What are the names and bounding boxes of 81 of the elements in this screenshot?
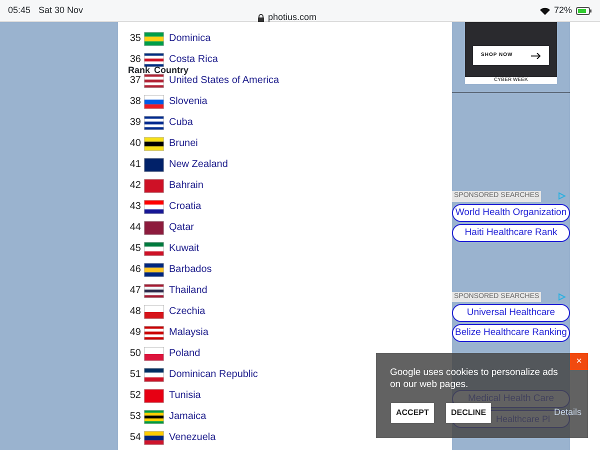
rank-cell-text: 35 (128, 32, 142, 46)
flag-icon (144, 116, 164, 130)
rank-cell-text: 54 (128, 431, 142, 445)
wifi-icon (540, 6, 550, 15)
rank-cell-text: 41 (128, 158, 142, 172)
country-link[interactable]: Cuba (169, 115, 193, 130)
flag-icon (144, 262, 164, 276)
rank-cell-text: 43 (128, 200, 142, 214)
rank-cell-text: 38 (128, 95, 142, 109)
url-text: photius.com (268, 11, 317, 24)
decline-button[interactable]: DECLINE (446, 403, 492, 423)
country-link[interactable]: Thailand (169, 283, 208, 298)
rank-cell-text: 47 (128, 284, 142, 298)
status-date: Sat 30 Nov (38, 4, 84, 17)
rank-cell-text: 46 (128, 263, 142, 277)
close-button[interactable]: × (570, 353, 588, 370)
flag-icon (144, 220, 164, 234)
flag-icon (144, 326, 164, 340)
flag-icon (144, 74, 164, 88)
flag-icon (144, 52, 164, 66)
country-link[interactable]: Bahrain (169, 178, 204, 193)
country-link[interactable]: Dominica (169, 31, 211, 46)
lock-icon (258, 14, 264, 22)
country-link[interactable]: Qatar (169, 220, 194, 235)
column-header: Country (154, 65, 189, 75)
rank-cell-text: 51 (128, 368, 142, 382)
country-link[interactable]: Czechia (169, 304, 206, 319)
cookie-message: Google uses cookies to personalize ads on our web pages. (390, 367, 559, 391)
country-link[interactable]: Kuwait (169, 241, 200, 256)
rank-cell-text: 52 (128, 389, 142, 403)
country-link[interactable]: Poland (169, 346, 200, 361)
ad-choices-icon[interactable] (558, 192, 566, 200)
rank-cell-text: 39 (128, 116, 142, 130)
search-link[interactable]: Haiti Healthcare Rank (452, 224, 570, 242)
rank-cell-text: 48 (128, 305, 142, 319)
address-bar[interactable]: photius.com (258, 11, 317, 24)
flag-icon (144, 158, 164, 172)
flag-icon (144, 284, 164, 298)
rank-cell-text: 49 (128, 326, 142, 340)
country-link[interactable]: New Zealand (169, 157, 228, 172)
flag-icon (144, 32, 164, 46)
flag-icon (144, 94, 164, 108)
battery-icon (576, 6, 592, 15)
arrow-icon (531, 52, 541, 58)
rank-cell-text: 37 (128, 74, 142, 88)
country-link[interactable]: Slovenia (169, 94, 208, 109)
rank-cell-text: 42 (128, 179, 142, 193)
country-link[interactable]: Dominican Republic (169, 367, 258, 382)
status-time: 05:45 (8, 4, 31, 17)
search-link[interactable]: Universal Healthcare (452, 304, 570, 322)
details-link[interactable]: Details (554, 406, 582, 420)
rank-cell-text: 45 (128, 242, 142, 256)
rank-cell-text: 36 (128, 53, 142, 66)
flag-icon (144, 388, 164, 402)
country-link[interactable]: Brunei (169, 136, 198, 151)
country-link[interactable]: Costa Rica (169, 52, 218, 67)
flag-icon (144, 368, 164, 382)
flag-icon (144, 304, 164, 318)
search-link[interactable]: Belize Healthcare Ranking (452, 324, 570, 342)
flag-icon (144, 242, 164, 256)
country-link[interactable]: Jamaica (169, 409, 206, 424)
ad-choices-icon[interactable] (558, 292, 566, 301)
rank-cell-text: 53 (128, 410, 142, 424)
country-link[interactable]: Venezuela (169, 430, 216, 445)
flag-icon (144, 346, 164, 360)
battery-percent: 72% (554, 4, 572, 17)
country-link[interactable]: Tunisia (169, 388, 201, 403)
flag-icon (144, 136, 164, 150)
country-link[interactable]: Malaysia (169, 325, 208, 340)
accept-button[interactable]: ACCEPT (391, 403, 434, 423)
flag-icon (144, 410, 164, 424)
country-link[interactable]: Barbados (169, 262, 212, 277)
flag-icon (144, 200, 164, 214)
rank-cell-text: 40 (128, 137, 142, 151)
flag-icon (144, 178, 164, 192)
search-link[interactable]: World Health Organization (452, 204, 570, 222)
column-header: Rank (128, 65, 150, 75)
country-link[interactable]: Croatia (169, 199, 202, 214)
rank-cell-text: 44 (128, 221, 142, 235)
rank-cell-text: 50 (128, 347, 142, 361)
flag-icon (144, 430, 164, 444)
